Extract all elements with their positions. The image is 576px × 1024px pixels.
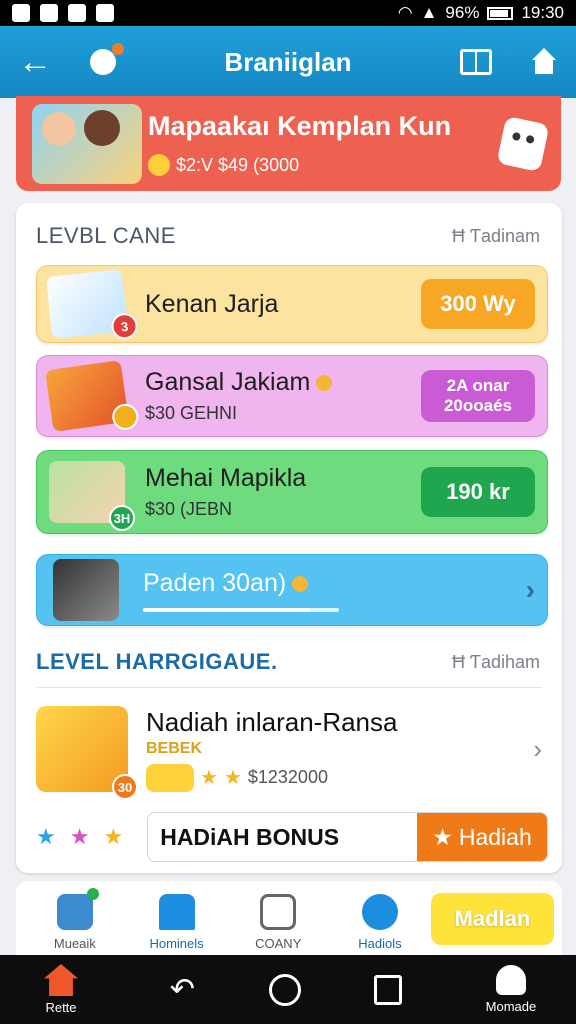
home-icon xyxy=(44,964,78,996)
nav-profile[interactable]: Momade xyxy=(476,965,546,1014)
level-row[interactable]: 3 Kenan Jarja 300 Wy xyxy=(36,265,548,343)
reward-tag: BEBEK xyxy=(146,739,203,757)
level-row[interactable]: Paden 30an) › xyxy=(36,554,548,626)
coin-icon xyxy=(292,575,309,592)
level-title: Mehai Mapikla xyxy=(145,464,307,492)
phone-thumbnail xyxy=(53,559,119,621)
photos-icon xyxy=(56,888,99,930)
clock: 19:30 xyxy=(521,3,564,22)
reward-badge: 30 xyxy=(112,774,138,800)
level-thumbnail: 3H xyxy=(49,461,135,531)
system-nav-bar: Rette ↶ Momade xyxy=(0,955,576,1024)
nav-home-label: Rette xyxy=(45,1000,77,1015)
section-link[interactable]: Ħ Ƭadinam xyxy=(452,226,540,247)
bonus-row: ★ ★ ★ HADiAH BONUS ★ Hadiah xyxy=(36,811,548,863)
building-icon xyxy=(158,894,195,930)
level-price-button[interactable]: 190 kr xyxy=(421,467,535,517)
section-title: LEVEL HARRGIGAUE. xyxy=(36,649,278,674)
tab-label: Hadiols xyxy=(358,936,402,951)
level-subtitle: $30 (JEBN xyxy=(145,499,233,519)
tab-coany[interactable]: COANY xyxy=(227,894,329,951)
level-title: Kenan Jarja xyxy=(145,289,279,318)
wifi-icon: ◠ xyxy=(397,3,413,22)
section-link[interactable]: Ħ Ƭadiham xyxy=(452,652,540,673)
gallery-icon xyxy=(12,4,30,22)
level-row[interactable]: Gansal Jakiam $30 GEHNI 2A onar 20ooaés xyxy=(36,355,548,437)
nav-home[interactable]: Rette xyxy=(26,964,96,1015)
bonus-label: HADiAH BONUS xyxy=(160,823,340,850)
chevron-right-icon[interactable]: › xyxy=(526,574,535,606)
coin-icon xyxy=(148,154,170,176)
smiley-icon xyxy=(146,763,194,792)
reward-item[interactable]: 30 Nadiah inlaran-Ransa BEBEK ★ ★ $12320… xyxy=(36,703,542,800)
level-subtitle: $30 GEHNI xyxy=(145,403,238,423)
bonus-box: HADiAH BONUS ★ Hadiah xyxy=(147,812,548,862)
back-icon[interactable]: ↶ xyxy=(170,974,195,1005)
home-icon[interactable] xyxy=(530,48,558,76)
divider xyxy=(36,687,542,688)
promo-banner[interactable]: Mapaakaı Kemplan Kun $2:V $49 (3000 xyxy=(16,96,561,191)
smiley-notification-icon[interactable] xyxy=(90,43,124,75)
status-bar: ◠ ▲ 96% 19:30 xyxy=(0,0,576,26)
star-icon: ★ xyxy=(432,823,453,850)
tab-hominels[interactable]: Hominels xyxy=(126,894,228,951)
coin-badge xyxy=(110,402,140,432)
back-arrow-icon[interactable]: ← xyxy=(18,45,52,79)
promo-characters-image xyxy=(32,103,142,184)
tab-label: COANY xyxy=(255,936,302,951)
chevron-right-icon[interactable]: › xyxy=(533,734,542,765)
star-icon: ★ xyxy=(36,824,56,849)
tab-mueaik[interactable]: Mueaik xyxy=(24,888,126,951)
battery-level: 96% xyxy=(445,3,480,22)
shop-icon xyxy=(96,4,114,22)
level-row[interactable]: 3H Mehai Mapikla $30 (JEBN 190 kr xyxy=(36,450,548,534)
tab-cta-button[interactable]: Madlan xyxy=(430,893,555,945)
profile-icon xyxy=(495,965,526,995)
level-progress-fill xyxy=(143,607,310,612)
tab-label: Mueaik xyxy=(53,936,96,951)
star-icon: ★ xyxy=(200,767,218,789)
house-outline-icon xyxy=(260,894,297,930)
reward-title: Nadiah inlaran-Ransa xyxy=(146,706,398,737)
star-icon: ★ xyxy=(223,767,242,789)
recents-icon[interactable] xyxy=(374,974,403,1005)
promo-title: Mapaakaı Kemplan Kun xyxy=(148,111,452,141)
level-price-button[interactable]: 300 Wy xyxy=(421,279,535,329)
reward-thumbnail: 30 xyxy=(36,706,138,800)
bonus-button-label: Hadiah xyxy=(458,823,532,850)
level-price-line1: 2A onar xyxy=(446,375,510,395)
level-price-line2: 20ooaés xyxy=(443,396,513,415)
home-circle-icon[interactable] xyxy=(268,973,301,1006)
signal-icon: ▲ xyxy=(420,3,438,22)
promo-subtitle: $2:V $49 (3000 xyxy=(176,154,300,175)
section-title: LEVBL CANE xyxy=(36,223,176,248)
level-title: Paden 30an) xyxy=(143,568,287,597)
levels-card: LEVBL CANE Ħ Ƭadinam 3 Kenan Jarja 300 W… xyxy=(16,203,562,873)
level-thumbnail: 3 xyxy=(45,269,139,341)
tab-hadiols[interactable]: Hadiols xyxy=(329,894,431,951)
person-icon xyxy=(361,894,398,930)
battery-icon xyxy=(487,6,514,20)
star-icon: ★ xyxy=(103,824,124,849)
reward-price: $1232000 xyxy=(247,767,328,787)
app-bar: ← Braniiglan xyxy=(0,26,576,98)
robot-icon xyxy=(496,115,550,172)
level-thumbnail xyxy=(45,360,140,432)
level-progress-bar xyxy=(143,607,339,612)
coin-icon xyxy=(316,375,333,392)
star-icon: ★ xyxy=(69,824,90,849)
bonus-claim-button[interactable]: ★ Hadiah xyxy=(417,813,547,861)
nav-profile-label: Momade xyxy=(485,999,537,1014)
tab-bar: Mueaik Hominels COANY Hadiols Madlan xyxy=(16,881,562,955)
tab-label: Hominels xyxy=(149,936,204,951)
level-title: Gansal Jakiam xyxy=(145,368,311,396)
app-notification-icon xyxy=(68,4,86,22)
level-badge: 3 xyxy=(110,311,139,341)
level-badge: 3H xyxy=(109,505,135,531)
level-price-button[interactable]: 2A onar 20ooaés xyxy=(421,370,535,422)
book-icon[interactable] xyxy=(460,49,492,75)
message-icon xyxy=(40,4,58,22)
